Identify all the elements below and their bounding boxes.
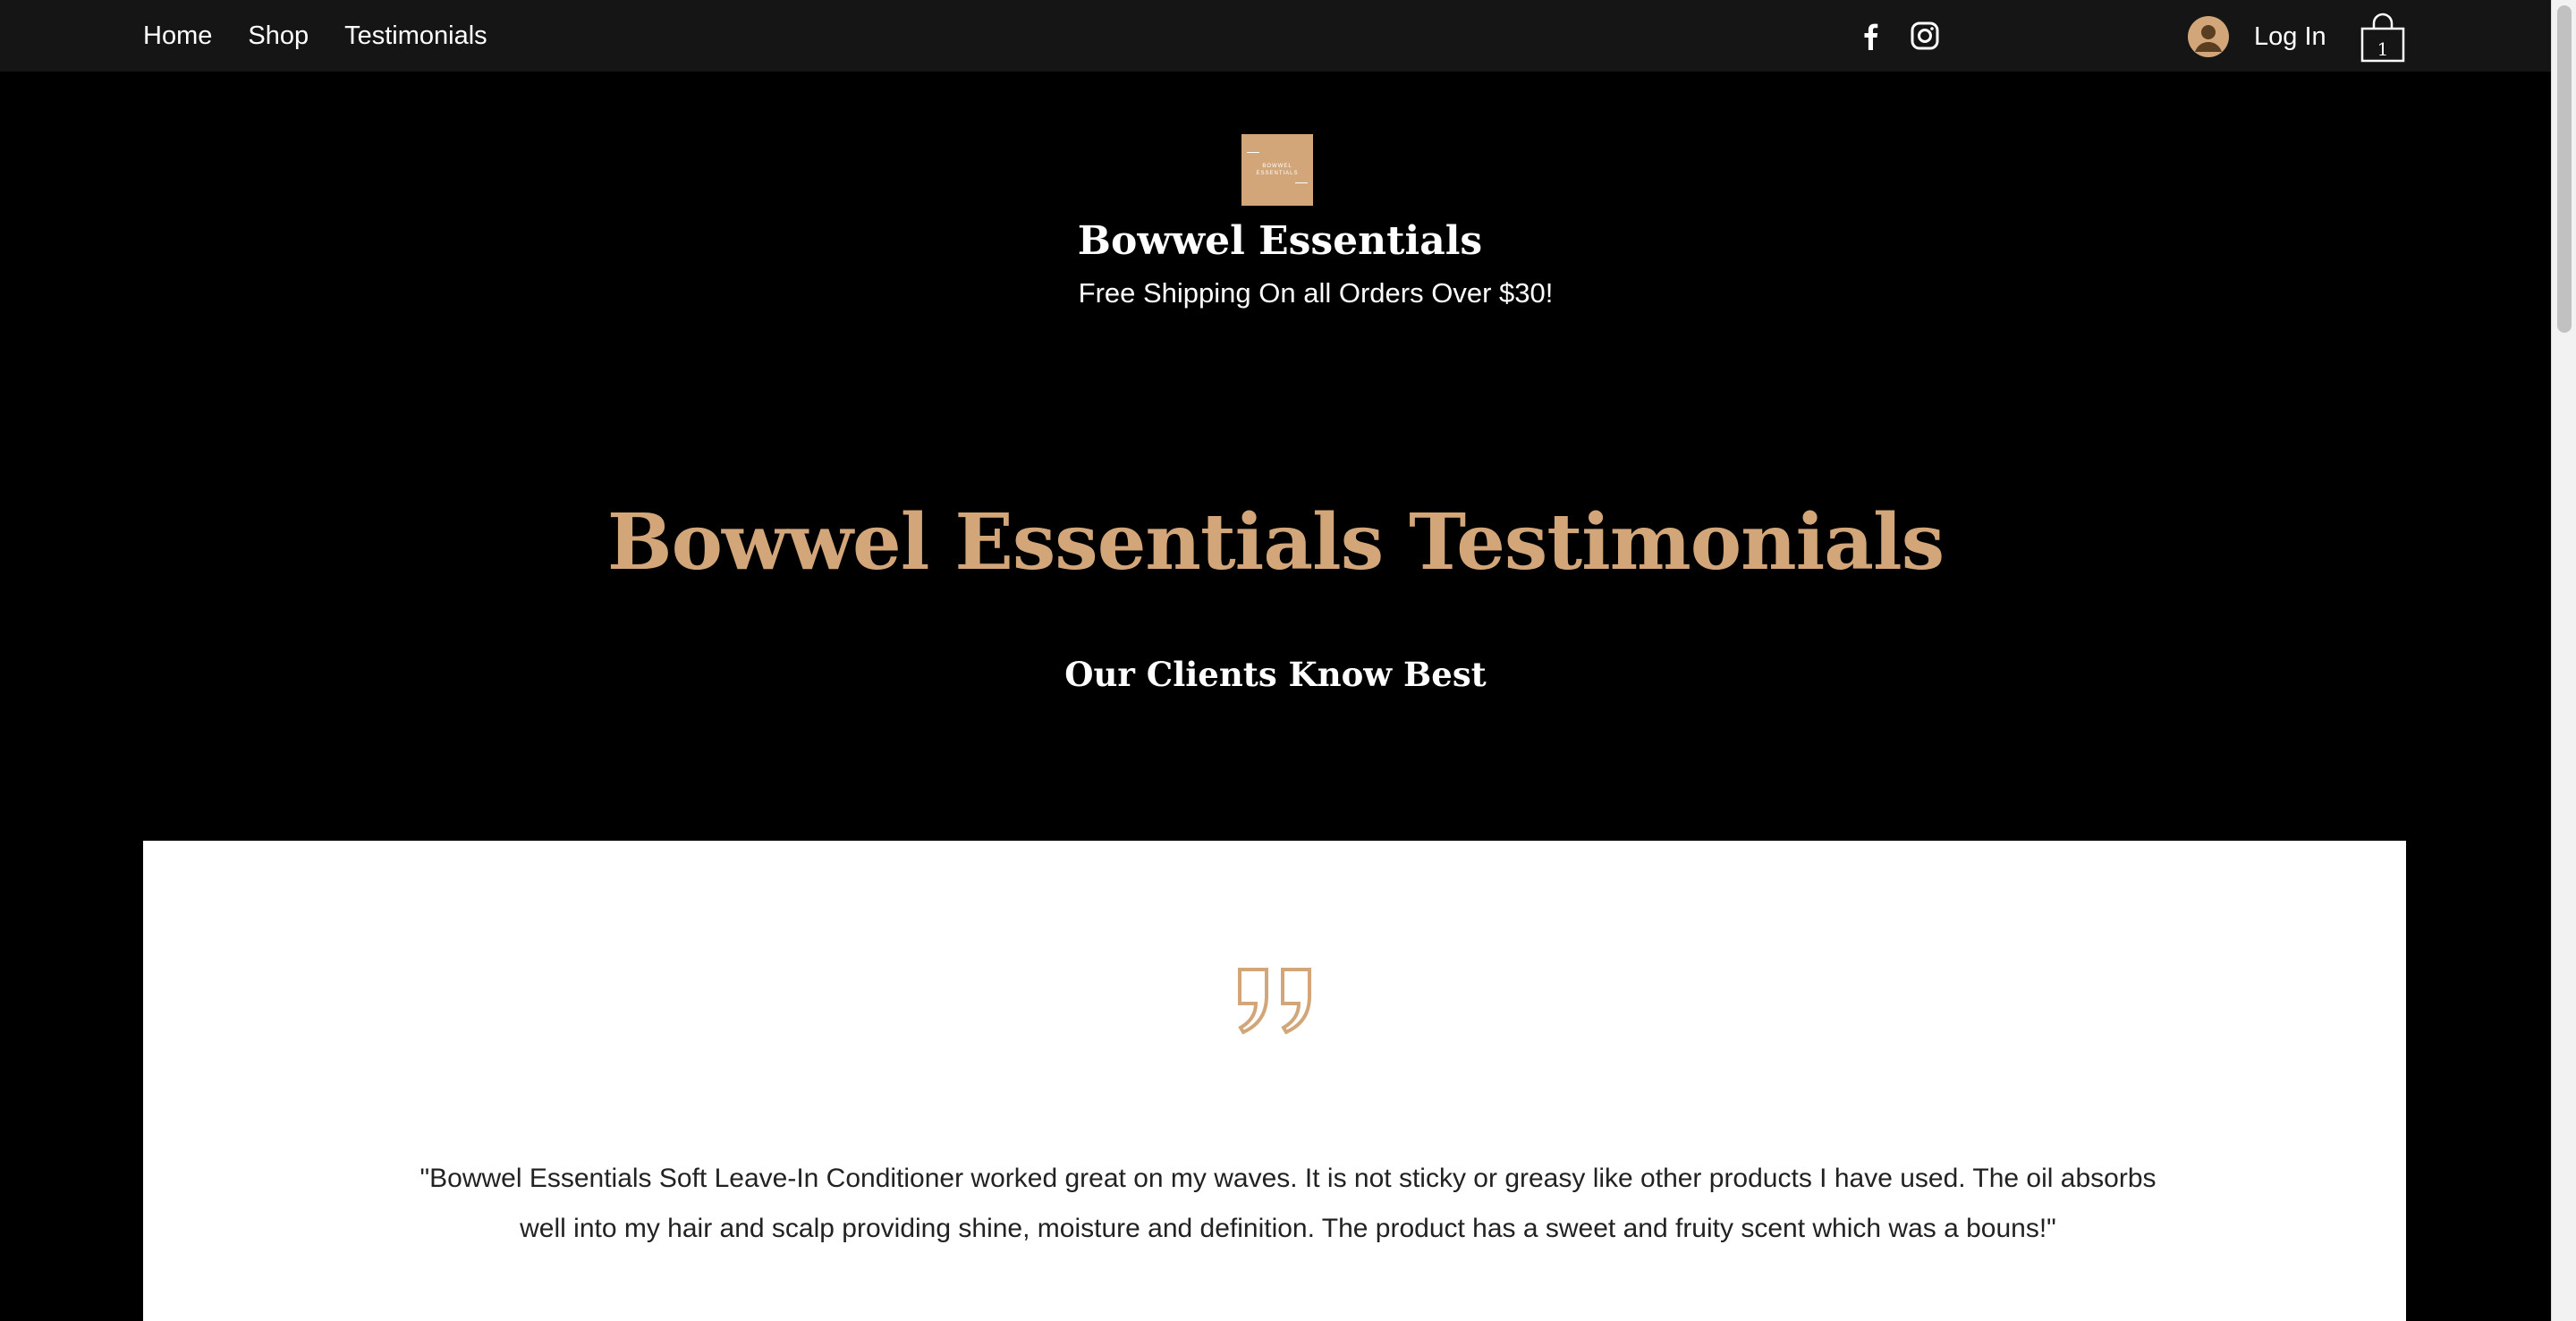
nav-item-home[interactable]: Home xyxy=(143,21,212,51)
page-subtitle: Our Clients Know Best xyxy=(1064,655,1487,694)
nav-item-testimonials[interactable]: Testimonials xyxy=(344,21,487,51)
top-bar: Home Shop Testimonials Log In 1 xyxy=(0,0,2551,72)
logo-line xyxy=(1295,182,1308,183)
cart-button[interactable]: 1 xyxy=(2360,11,2406,63)
scrollbar-thumb[interactable] xyxy=(2557,5,2572,333)
page-scrollbar[interactable] xyxy=(2551,0,2576,1321)
logo-line xyxy=(1247,152,1259,153)
shopping-bag-icon: 1 xyxy=(2360,13,2405,63)
facebook-icon[interactable] xyxy=(1855,20,1887,52)
user-avatar-icon xyxy=(2188,16,2229,57)
testimonial-quote: "Bowwel Essentials Soft Leave-In Conditi… xyxy=(419,1164,2157,1243)
quote-icon xyxy=(1238,968,1311,1035)
site-title[interactable]: Bowwel Essentials xyxy=(0,218,2560,264)
main-nav: Home Shop Testimonials xyxy=(143,0,523,72)
site-logo[interactable]: BOWWEL ESSENTIALS xyxy=(1241,134,1313,206)
login-label: Log In xyxy=(2254,21,2326,51)
login-button[interactable]: Log In xyxy=(2188,16,2326,57)
page-title: Bowwel Essentials Testimonials xyxy=(606,497,1945,588)
promo-banner: Free Shipping On all Orders Over $30! xyxy=(1078,277,1554,309)
cart-count: 1 xyxy=(2377,38,2389,60)
logo-text: BOWWEL ESSENTIALS xyxy=(1256,164,1299,176)
social-bar xyxy=(1855,20,1941,52)
nav-item-shop[interactable]: Shop xyxy=(248,21,309,51)
testimonial-card: "Bowwel Essentials Soft Leave-In Conditi… xyxy=(143,841,2406,1321)
instagram-icon[interactable] xyxy=(1909,20,1941,52)
